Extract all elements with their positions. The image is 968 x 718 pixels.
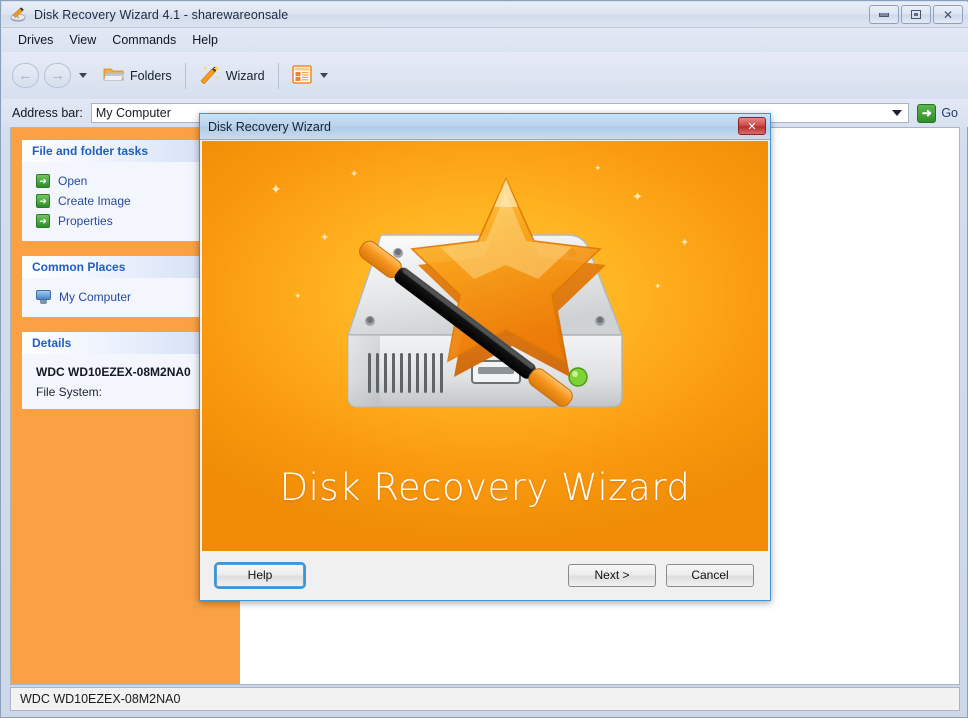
application-window: Disk Recovery Wizard 4.1 - sharewareonsa… [0, 0, 968, 718]
task-label: Properties [58, 214, 113, 228]
disk-recovery-icon [10, 6, 26, 23]
back-arrow-icon: ← [18, 67, 33, 84]
forward-arrow-icon: → [50, 67, 65, 84]
task-label: My Computer [59, 290, 132, 304]
task-label: Create Image [58, 194, 131, 208]
folders-label: Folders [130, 68, 172, 83]
dialog-splash-image: ✦ ✦ ✦ ✦ ✦ ✦ ✦ ✦ Disk Recovery Wizard [202, 141, 768, 551]
dialog-close-button[interactable]: ✕ [738, 117, 766, 135]
close-icon: ✕ [942, 7, 954, 22]
close-button[interactable]: ✕ [933, 5, 963, 24]
wizard-label: Wizard [225, 68, 265, 83]
close-icon: ✕ [747, 119, 757, 133]
window-controls: ✕ [869, 5, 963, 24]
toolbar: ← → Folders Wizard [2, 52, 968, 99]
go-arrow-icon: ➜ [917, 103, 937, 123]
go-label: Go [941, 106, 958, 120]
minimize-button[interactable] [869, 5, 899, 24]
menu-item-commands[interactable]: Commands [104, 30, 184, 50]
help-button[interactable]: Help [214, 561, 306, 589]
back-button[interactable]: ← [12, 63, 39, 88]
menu-bar: Drives View Commands Help [2, 28, 968, 52]
dialog-primary-buttons: Next > Cancel [568, 563, 754, 587]
sparkle-icon: ✦ [680, 237, 690, 249]
address-bar-label: Address bar: [12, 106, 83, 120]
toolbar-separator [184, 62, 186, 89]
views-chevron-down-icon[interactable] [319, 73, 328, 78]
views-list-icon [291, 64, 312, 87]
sparkle-icon: ✦ [654, 281, 662, 291]
task-label: Open [58, 174, 88, 188]
sparkle-icon: ✦ [594, 163, 602, 173]
views-button[interactable] [286, 61, 334, 91]
menu-item-drives[interactable]: Drives [10, 30, 61, 50]
help-button-wrapper: Help [214, 561, 306, 589]
next-button[interactable]: Next > [568, 563, 656, 587]
title-bar: Disk Recovery Wizard 4.1 - sharewareonsa… [2, 2, 968, 28]
hard-drive-star-wand-illustration [320, 175, 650, 465]
dialog-title: Disk Recovery Wizard [208, 119, 331, 134]
sparkle-icon: ✦ [294, 291, 302, 301]
menu-item-help[interactable]: Help [184, 30, 226, 50]
menu-item-view[interactable]: View [61, 30, 104, 50]
dialog-title-bar: Disk Recovery Wizard ✕ [200, 114, 770, 140]
sparkle-icon: ✦ [270, 181, 282, 197]
splash-title: Disk Recovery Wizard [279, 466, 691, 509]
forward-button[interactable]: → [44, 63, 71, 88]
address-value: My Computer [95, 106, 171, 120]
window-title: Disk Recovery Wizard 4.1 - sharewareonsa… [34, 7, 289, 22]
status-bar-text: WDC WD10EZEX-08M2NA0 [20, 692, 181, 706]
cancel-button[interactable]: Cancel [666, 563, 754, 587]
magic-wand-icon [199, 64, 221, 87]
green-arrow-icon: ➜ [36, 174, 50, 188]
my-computer-icon [36, 290, 51, 304]
go-button[interactable]: ➜ Go [913, 103, 968, 123]
maximize-icon [911, 10, 921, 19]
address-chevron-down-icon[interactable] [892, 110, 903, 116]
wizard-button[interactable]: Wizard [193, 60, 271, 91]
dialog-button-bar: Help Next > Cancel [202, 551, 768, 599]
folders-button[interactable]: Folders [97, 61, 178, 90]
disk-recovery-wizard-dialog: Disk Recovery Wizard ✕ ✦ ✦ ✦ ✦ ✦ ✦ ✦ ✦ D… [199, 113, 771, 601]
nav-history-chevron-down-icon[interactable] [79, 73, 87, 78]
green-arrow-icon: ➜ [36, 194, 50, 208]
status-bar: WDC WD10EZEX-08M2NA0 [10, 687, 960, 711]
toolbar-separator-2 [277, 62, 279, 89]
minimize-icon [879, 12, 889, 17]
folder-icon [103, 65, 125, 86]
maximize-button[interactable] [901, 5, 931, 24]
green-arrow-icon: ➜ [36, 214, 50, 228]
